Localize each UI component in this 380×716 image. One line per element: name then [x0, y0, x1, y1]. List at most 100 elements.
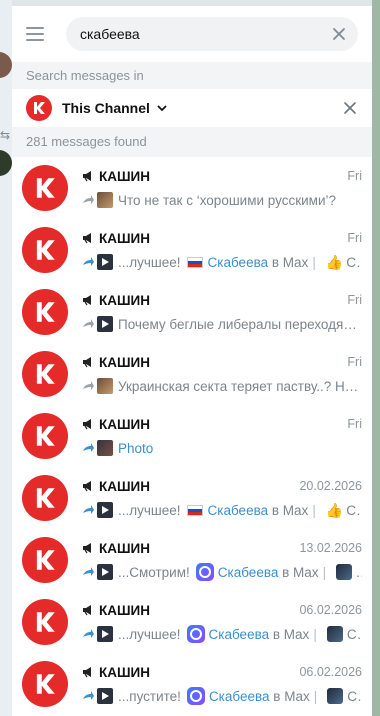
search-result-row[interactable]: КАШИН 20.02.2026 ...лучшее! Скабеева в Ma…	[12, 467, 372, 529]
search-result-row[interactable]: КАШИН 06.02.2026 ...лучшее! Скабеева в Ma…	[12, 591, 372, 653]
media-thumbnail	[97, 440, 113, 456]
result-body: КАШИН Fri ...лучшее! Скабеева в Max| 👍С...	[82, 228, 362, 272]
channel-avatar	[22, 289, 68, 335]
message-mid: в Max	[282, 564, 319, 580]
channel-name: КАШИН	[99, 354, 151, 370]
message-prefix: ...лучшее!	[118, 254, 181, 270]
results-count: 281 messages found	[12, 127, 372, 157]
channel-logo	[26, 95, 52, 121]
media-thumbnail	[97, 564, 113, 580]
thumbs-up-icon: 👍	[325, 253, 344, 270]
background-avatar	[0, 150, 12, 176]
forward-arrow-icon	[83, 381, 94, 390]
message-tail: С...	[346, 626, 362, 642]
channel-megaphone-icon	[83, 357, 91, 368]
result-preview: ...Смотрим! Скабеева в Max|...	[82, 562, 362, 582]
media-thumbnail	[97, 316, 113, 332]
max-app-icon	[186, 625, 205, 643]
search-result-row[interactable]: КАШИН Fri ...лучшее! Скабеева в Max| 👍С...	[12, 219, 372, 281]
channel-avatar	[22, 165, 68, 211]
result-header: КАШИН Fri	[82, 414, 362, 434]
channel-megaphone-icon	[83, 419, 91, 430]
message-date: 06.02.2026	[299, 603, 362, 617]
message-date: 20.02.2026	[299, 479, 362, 493]
message-date: Fri	[347, 231, 362, 245]
search-hit-link[interactable]: Скабеева	[208, 503, 269, 518]
message-tail: ...	[356, 564, 362, 580]
search-scope-row[interactable]: This Channel	[12, 89, 372, 127]
background-avatar	[0, 52, 12, 78]
channel-name: КАШИН	[99, 478, 151, 494]
result-header: КАШИН 20.02.2026	[82, 476, 362, 496]
result-header: КАШИН Fri	[82, 352, 362, 372]
max-app-icon	[195, 563, 214, 581]
channel-avatar	[22, 475, 68, 521]
result-body: КАШИН 13.02.2026 ...Смотрим! Скабеева в M…	[82, 538, 362, 582]
message-tail: С...	[346, 254, 362, 270]
result-preview: Photo	[82, 438, 362, 458]
media-thumbnail	[97, 502, 113, 518]
forward-icon: ⇆	[0, 128, 11, 142]
result-body: КАШИН 06.02.2026 ...лучшее! Скабеева в Ma…	[82, 600, 362, 644]
media-thumbnail	[97, 254, 113, 270]
clear-search-icon[interactable]	[330, 25, 348, 43]
separator: |	[313, 688, 318, 704]
result-body: КАШИН Fri Почему беглые либералы переход…	[82, 290, 362, 334]
search-box	[66, 17, 358, 51]
channel-avatar	[22, 661, 68, 707]
search-input[interactable]	[80, 26, 330, 42]
search-hit-link[interactable]: Скабеева	[209, 689, 270, 704]
results-list: КАШИН Fri Что не так с ‘хорошими русским…	[12, 157, 372, 715]
result-body: КАШИН Fri Что не так с ‘хорошими русским…	[82, 166, 362, 210]
scope-channel-name: This Channel	[62, 100, 150, 116]
channel-megaphone-icon	[83, 667, 91, 678]
media-thumbnail	[97, 688, 113, 704]
forward-arrow-icon	[83, 567, 94, 576]
channel-megaphone-icon	[83, 605, 91, 616]
message-prefix: ...лучшее!	[118, 626, 181, 642]
channel-name: КАШИН	[99, 416, 151, 432]
channel-megaphone-icon	[83, 171, 91, 182]
result-header: КАШИН Fri	[82, 166, 362, 186]
max-app-icon	[186, 687, 205, 705]
forward-arrow-icon	[83, 443, 94, 452]
forward-arrow-icon	[83, 319, 94, 328]
channel-name: КАШИН	[99, 540, 151, 556]
result-header: КАШИН Fri	[82, 228, 362, 248]
search-result-row[interactable]: КАШИН 06.02.2026 ...пустите! Скабеева в M…	[12, 653, 372, 715]
message-prefix: ...пустите!	[118, 688, 181, 704]
message-prefix: ...Смотрим!	[118, 564, 190, 580]
result-body: КАШИН 20.02.2026 ...лучшее! Скабеева в Ma…	[82, 476, 362, 520]
message-preview: Что не так с ‘хорошими русскими’?	[118, 192, 336, 208]
search-hit-link[interactable]: Скабеева	[209, 627, 270, 642]
message-date: Fri	[347, 417, 362, 431]
search-panel: Search messages in This Channel 281 mess…	[12, 6, 372, 716]
hamburger-menu-icon[interactable]	[26, 21, 52, 47]
search-result-row[interactable]: КАШИН Fri Украинская секта теряет паству…	[12, 343, 372, 405]
result-preview: Что не так с ‘хорошими русскими’?	[82, 190, 362, 210]
search-result-row[interactable]: КАШИН Fri Photo	[12, 405, 372, 467]
search-result-row[interactable]: КАШИН 13.02.2026 ...Смотрим! Скабеева в M…	[12, 529, 372, 591]
message-date: Fri	[347, 169, 362, 183]
message-date: Fri	[347, 355, 362, 369]
message-date: 06.02.2026	[299, 665, 362, 679]
search-result-row[interactable]: КАШИН Fri Что не так с ‘хорошими русским…	[12, 157, 372, 219]
russia-flag-icon	[186, 504, 203, 516]
result-preview: ...лучшее! Скабеева в Max| С...	[82, 624, 362, 644]
chevron-down-icon[interactable]	[156, 102, 168, 114]
channel-megaphone-icon	[83, 543, 91, 554]
profile-thumbnail	[327, 688, 344, 704]
result-preview: ...лучшее! Скабеева в Max| 👍С...	[82, 500, 362, 520]
message-tail: С...	[346, 502, 362, 518]
search-scope-header: Search messages in	[12, 62, 372, 89]
message-date: Fri	[347, 293, 362, 307]
search-hit-link[interactable]: Скабеева	[218, 565, 279, 580]
separator: |	[312, 502, 316, 518]
separator: |	[312, 254, 316, 270]
close-scope-icon[interactable]	[342, 100, 358, 116]
background-chat-area	[372, 0, 380, 716]
search-result-row[interactable]: КАШИН Fri Почему беглые либералы переход…	[12, 281, 372, 343]
forward-arrow-icon	[83, 257, 94, 266]
message-preview: Украинская секта теряет паству..? Не...	[118, 378, 362, 394]
search-hit-link[interactable]: Скабеева	[208, 255, 269, 270]
